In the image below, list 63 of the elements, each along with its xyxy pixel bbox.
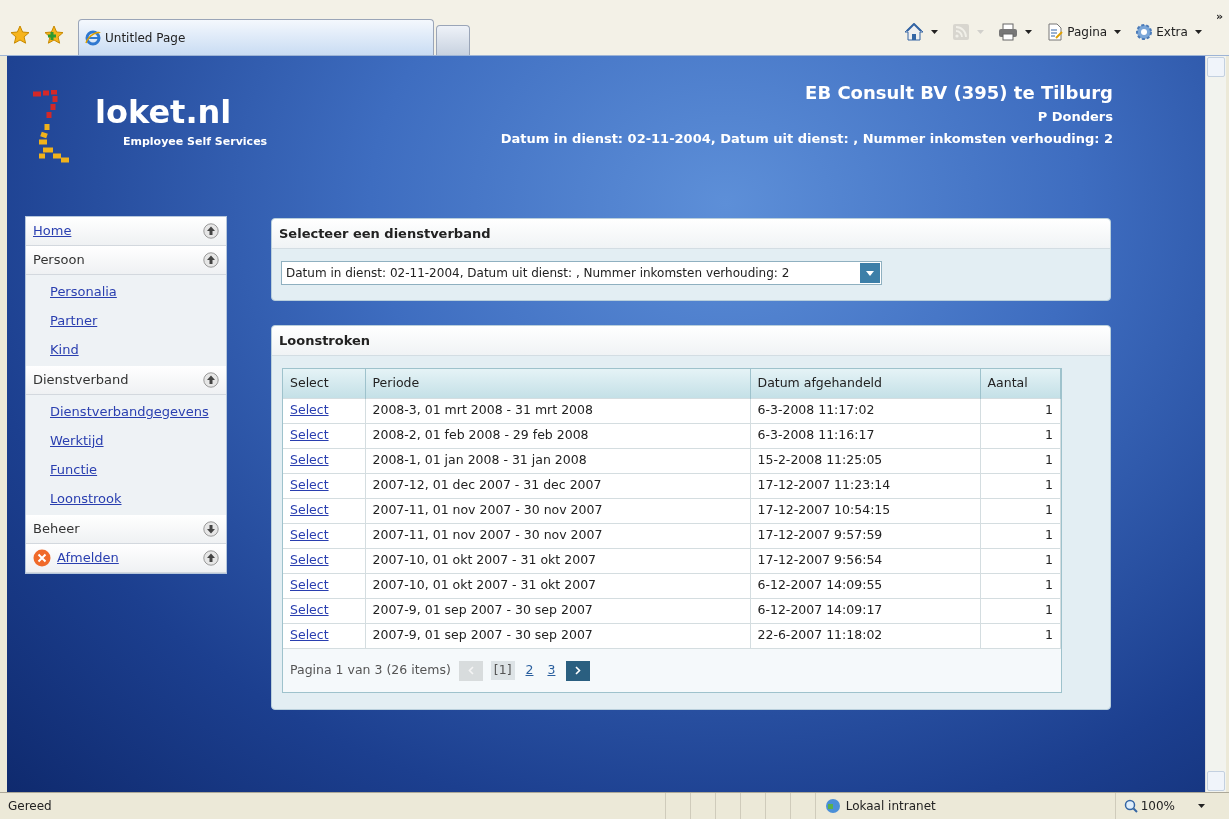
- caret-icon[interactable]: [1025, 30, 1033, 34]
- menu-group-label[interactable]: Persoon: [33, 250, 85, 270]
- menu-link[interactable]: Afmelden: [57, 548, 119, 568]
- menu-group-label[interactable]: Beheer: [33, 519, 80, 539]
- menu-link[interactable]: Werktijd: [50, 430, 104, 451]
- toolbar-menu-label[interactable]: Pagina: [1067, 23, 1108, 41]
- close-icon: [33, 549, 51, 567]
- select-link[interactable]: Select: [283, 623, 365, 648]
- toolbar-overflow[interactable]: »: [1215, 9, 1223, 26]
- collapse-icon[interactable]: [203, 550, 219, 566]
- company-name: EB Consult BV (395) te Tilburg: [805, 81, 1113, 105]
- collapse-icon[interactable]: [203, 252, 219, 268]
- browser-tab[interactable]: Untitled Page: [78, 19, 434, 55]
- gear-icon[interactable]: [1135, 23, 1154, 41]
- menu-header[interactable]: Dienstverband: [26, 366, 226, 395]
- menu-link[interactable]: Personalia: [50, 281, 117, 302]
- panel-title: Loonstroken: [279, 331, 371, 350]
- zoom-level[interactable]: 100%: [1140, 797, 1175, 815]
- zoom-icon[interactable]: [1123, 799, 1138, 813]
- menu-header[interactable]: Beheer: [26, 515, 226, 544]
- employment-info: Datum in dienst: 02-11-2004, Datum uit dienst: , Nummer inkomsten verhouding: 2: [500, 130, 1113, 148]
- caret-icon[interactable]: [1194, 30, 1202, 34]
- browser-logo-icon: [85, 29, 101, 46]
- employee-name: P Donders: [1037, 108, 1113, 126]
- menu-link[interactable]: Loonstrook: [50, 488, 122, 509]
- add-favorite-icon[interactable]: [44, 25, 64, 45]
- page-link[interactable]: 2: [522, 661, 537, 680]
- pager-summary: Pagina 1 van 3 (26 items): [290, 661, 451, 680]
- employment-dropdown[interactable]: Datum in dienst: 02-11-2004, Datum uit dienst: , Nummer inkomsten verhouding: 2: [281, 261, 882, 285]
- expand-icon[interactable]: [203, 521, 219, 537]
- table-cell: 2007-9, 01 sep 2007 - 30 sep 2007: [365, 623, 750, 648]
- menu-link[interactable]: Home: [33, 221, 72, 241]
- menu-header[interactable]: Persoon: [26, 246, 226, 275]
- globe-icon: [823, 797, 842, 815]
- menu-link[interactable]: Functie: [50, 459, 98, 480]
- panel-title: Selecteer een dienstverband: [279, 224, 491, 243]
- table-cell: 1: [980, 623, 1061, 648]
- caret-icon[interactable]: [1114, 30, 1122, 34]
- page-link[interactable]: 3: [544, 661, 559, 680]
- zone-label: Lokaal intranet: [845, 798, 936, 815]
- logo-text: loket.nl: [95, 94, 233, 130]
- menu-link[interactable]: Dienstverbandgegevens: [50, 401, 209, 422]
- collapse-icon[interactable]: [203, 223, 219, 239]
- menu-link[interactable]: Kind: [50, 339, 79, 360]
- next-page-button[interactable]: [566, 660, 591, 681]
- table-cell: 22-6-2007 11:18:02: [750, 623, 980, 648]
- page-link[interactable]: [1]: [490, 661, 515, 680]
- printer-icon[interactable]: [998, 23, 1019, 41]
- menu-header[interactable]: Home: [26, 217, 226, 246]
- scrollbar[interactable]: [1205, 56, 1226, 792]
- menu-header[interactable]: Afmelden: [26, 544, 226, 573]
- caret-icon[interactable]: [931, 30, 939, 34]
- home-icon[interactable]: [904, 23, 925, 41]
- chevron-right-icon: [575, 666, 582, 675]
- status-text: Gereed: [8, 798, 53, 815]
- star-icon[interactable]: [10, 25, 30, 45]
- toolbar-menu-label[interactable]: Extra: [1156, 23, 1188, 41]
- logo-subtitle: Employee Self Services: [122, 134, 268, 150]
- caret-icon[interactable]: [1198, 804, 1205, 808]
- chevron-left-icon: [467, 666, 474, 675]
- collapse-icon[interactable]: [203, 372, 219, 388]
- menu-link[interactable]: Partner: [50, 310, 98, 331]
- menu-group-label[interactable]: Dienstverband: [33, 370, 129, 390]
